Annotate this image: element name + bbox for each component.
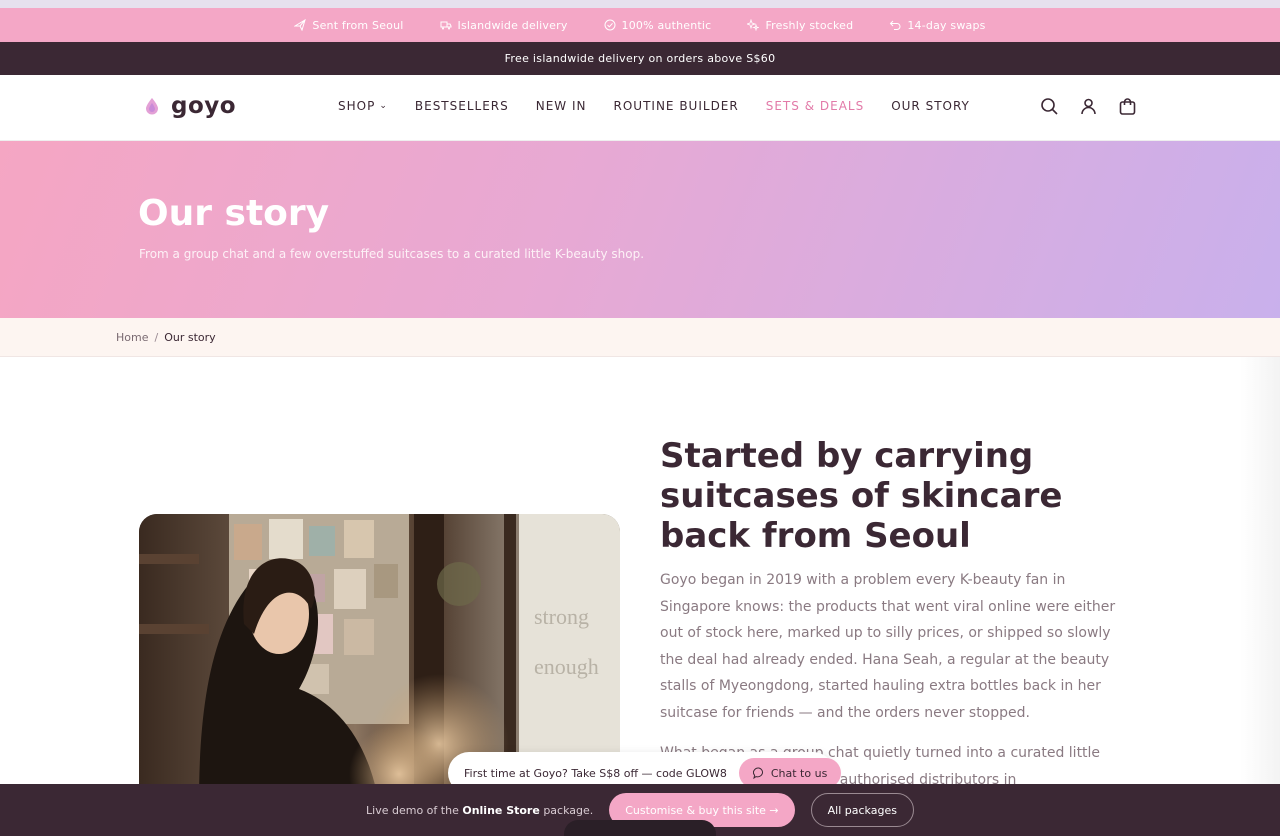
promo-text: First time at Goyo? Take S$8 off — code … bbox=[464, 766, 727, 780]
perk-label: 14-day swaps bbox=[907, 18, 986, 32]
site-header: goyo SHOP ⌄ BESTSELLERS NEW IN ROUTINE BU… bbox=[0, 75, 1280, 141]
hero-banner: Our story From a group chat and a few ov… bbox=[0, 141, 1280, 318]
user-icon[interactable] bbox=[1079, 97, 1098, 116]
nav-our-story[interactable]: OUR STORY bbox=[891, 99, 970, 113]
chat-button-label: Chat to us bbox=[770, 766, 828, 780]
hero-title: Our story bbox=[138, 193, 330, 234]
perk-islandwide-delivery: Islandwide delivery bbox=[440, 19, 568, 32]
demo-suffix: package. bbox=[543, 803, 594, 817]
perk-authentic: 100% authentic bbox=[604, 19, 712, 32]
header-icons bbox=[1040, 97, 1137, 116]
main-nav: SHOP ⌄ BESTSELLERS NEW IN ROUTINE BUILDER… bbox=[338, 99, 970, 113]
demo-package: Online Store bbox=[462, 803, 540, 817]
logo[interactable]: goyo bbox=[145, 93, 236, 119]
story-title: Started by carrying suitcases of skincar… bbox=[660, 436, 1063, 556]
demo-text: Live demo of the Online Store package. bbox=[366, 804, 593, 817]
floating-dock[interactable] bbox=[564, 820, 716, 836]
truck-icon bbox=[440, 21, 452, 30]
nav-shop[interactable]: SHOP ⌄ bbox=[338, 99, 388, 113]
perk-freshly-stocked: Freshly stocked bbox=[747, 19, 853, 32]
breadcrumb-home[interactable]: Home bbox=[116, 331, 148, 344]
demo-prefix: Live demo of the bbox=[366, 803, 459, 817]
all-packages-button[interactable]: All packages bbox=[810, 793, 914, 827]
breadcrumb: Home / Our story bbox=[0, 318, 1280, 357]
sparkle-icon bbox=[747, 19, 760, 31]
announcement-bar: Free islandwide delivery on orders above… bbox=[0, 42, 1280, 75]
cart-icon[interactable] bbox=[1118, 97, 1137, 116]
page-edge-shadow bbox=[1240, 357, 1280, 784]
droplet-logo-icon bbox=[146, 98, 158, 115]
perk-swaps: 14-day swaps bbox=[889, 19, 985, 32]
nav-routine-builder[interactable]: ROUTINE BUILDER bbox=[614, 99, 739, 113]
svg-text:strong: strong bbox=[534, 604, 589, 629]
perk-label: 100% authentic bbox=[621, 18, 712, 32]
hero-subtitle: From a group chat and a few overstuffed … bbox=[139, 247, 645, 261]
nav-shop-label: SHOP bbox=[338, 99, 376, 113]
nav-sets-deals[interactable]: SETS & DEALS bbox=[766, 99, 864, 113]
return-icon bbox=[890, 20, 901, 30]
search-icon[interactable] bbox=[1040, 97, 1059, 116]
chat-bubble-icon bbox=[752, 767, 763, 779]
svg-text:enough: enough bbox=[534, 654, 599, 679]
nav-new-in[interactable]: NEW IN bbox=[536, 99, 587, 113]
check-circle-icon bbox=[604, 19, 616, 31]
nav-bestsellers[interactable]: BESTSELLERS bbox=[415, 99, 509, 113]
breadcrumb-separator: / bbox=[154, 330, 159, 344]
logo-text: goyo bbox=[171, 93, 237, 119]
perk-label: Freshly stocked bbox=[765, 18, 854, 32]
plane-icon bbox=[294, 19, 307, 31]
breadcrumb-current: Our story bbox=[164, 330, 216, 344]
perk-sent-from-seoul: Sent from Seoul bbox=[294, 19, 403, 32]
announcement-text: Free islandwide delivery on orders above… bbox=[504, 52, 776, 65]
top-strip bbox=[0, 0, 1280, 8]
perks-bar: Sent from Seoul Islandwide delivery 100%… bbox=[0, 8, 1280, 42]
perk-label: Sent from Seoul bbox=[312, 18, 404, 32]
story-paragraph-1: Goyo began in 2019 with a problem every … bbox=[660, 572, 1116, 721]
chevron-down-icon: ⌄ bbox=[379, 101, 388, 111]
perk-label: Islandwide delivery bbox=[457, 18, 568, 32]
